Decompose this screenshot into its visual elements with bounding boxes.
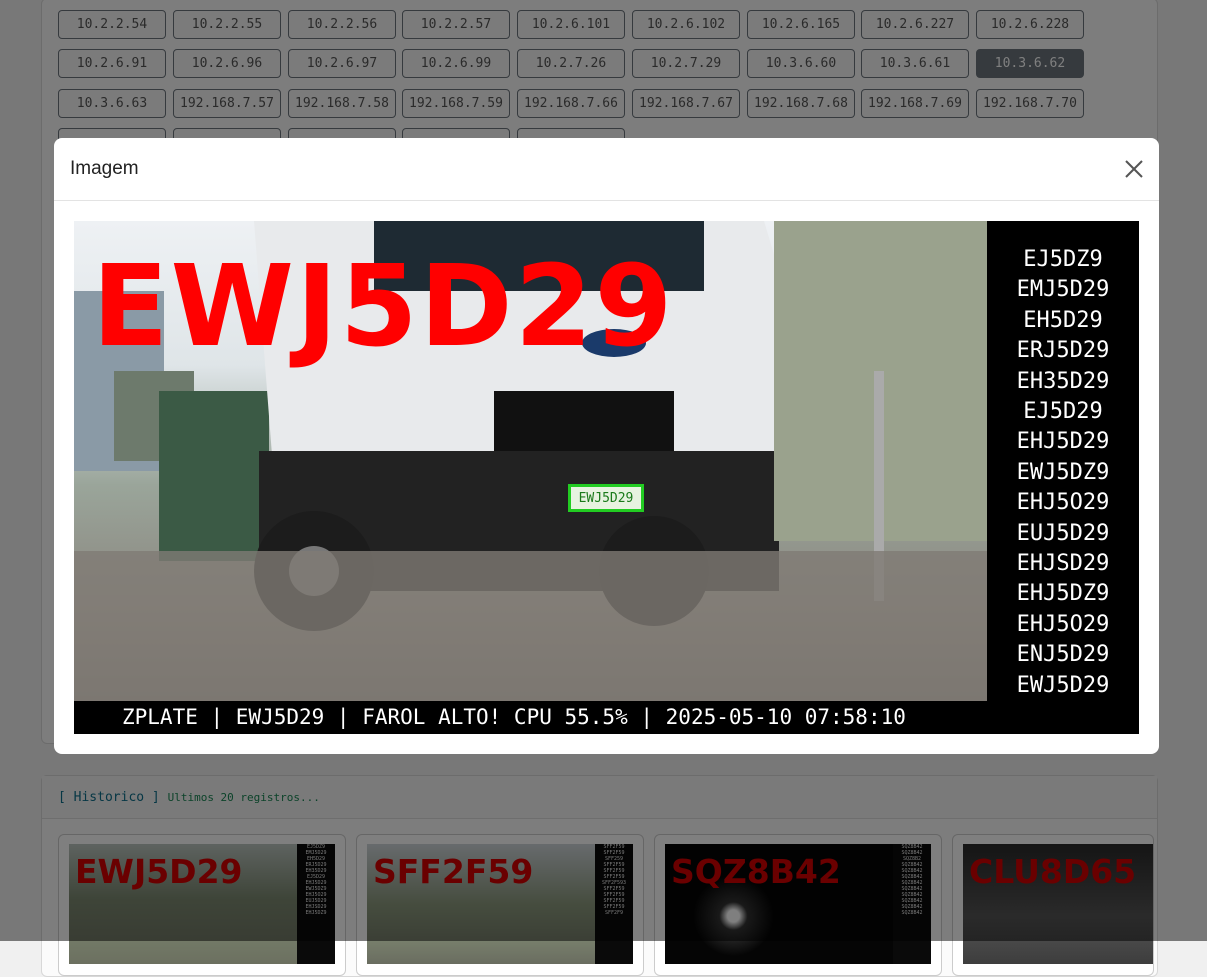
ocr-candidate: EMJ5D29 (1016, 277, 1110, 303)
ocr-candidate: EH35D29 (1016, 368, 1110, 394)
ocr-candidate: EH5D29 (1023, 307, 1103, 333)
ocr-candidate: ERJ5D29 (1016, 338, 1110, 364)
ocr-candidate: EHJ5O29 (1016, 490, 1110, 516)
ocr-candidate: EHJ5O29 (1016, 611, 1110, 637)
detected-plate-box: EWJ5D29 (568, 484, 644, 512)
ocr-candidate: EHJ5D29 (1016, 429, 1110, 455)
ocr-candidate: EHJSD29 (1016, 551, 1110, 577)
modal-title: Imagem (70, 158, 139, 179)
recognized-plate-overlay: EWJ5D29 (92, 242, 675, 372)
snapshot-footer: ZPLATE | EWJ5D29 | FAROL ALTO! CPU 55.5%… (114, 701, 1139, 734)
ocr-candidate: EJ5DZ9 (1023, 247, 1103, 272)
ocr-candidates-list: EJ5DZ9 EMJ5D29 EH5D29 ERJ5D29 EH35D29 EJ5D29 E… (987, 245, 1139, 701)
image-modal: Imagem EWJ5D29 EWJ5D29 EJ5DZ9 EMJ5D29 EH… (54, 138, 1159, 754)
ocr-candidate: EJ5D29 (1023, 399, 1103, 425)
modal-header: Imagem (54, 138, 1159, 201)
ocr-candidate: EUJ5D29 (1016, 520, 1110, 546)
ocr-candidate: EWJ5DZ9 (1016, 459, 1110, 485)
ocr-candidates-panel: EJ5DZ9 EMJ5D29 EH5D29 ERJ5D29 EH35D29 EJ5D29 E… (987, 221, 1139, 701)
ocr-candidate: EHJ5DZ9 (1016, 581, 1110, 607)
page: 10.2.2.5410.2.2.5510.2.2.5610.2.2.5710.2… (0, 0, 1207, 977)
snapshot-scene: EWJ5D29 EWJ5D29 (74, 221, 987, 701)
ocr-candidate: ENJ5D29 (1016, 642, 1110, 668)
close-button[interactable] (1123, 158, 1145, 180)
snapshot-footer-text: ZPLATE | EWJ5D29 | FAROL ALTO! CPU 55.5%… (122, 705, 906, 729)
ocr-candidate: EWJ5D29 (1016, 672, 1110, 698)
plate-snapshot: EWJ5D29 EWJ5D29 EJ5DZ9 EMJ5D29 EH5D29 ERJ5D… (74, 221, 1139, 734)
close-icon (1125, 160, 1143, 178)
